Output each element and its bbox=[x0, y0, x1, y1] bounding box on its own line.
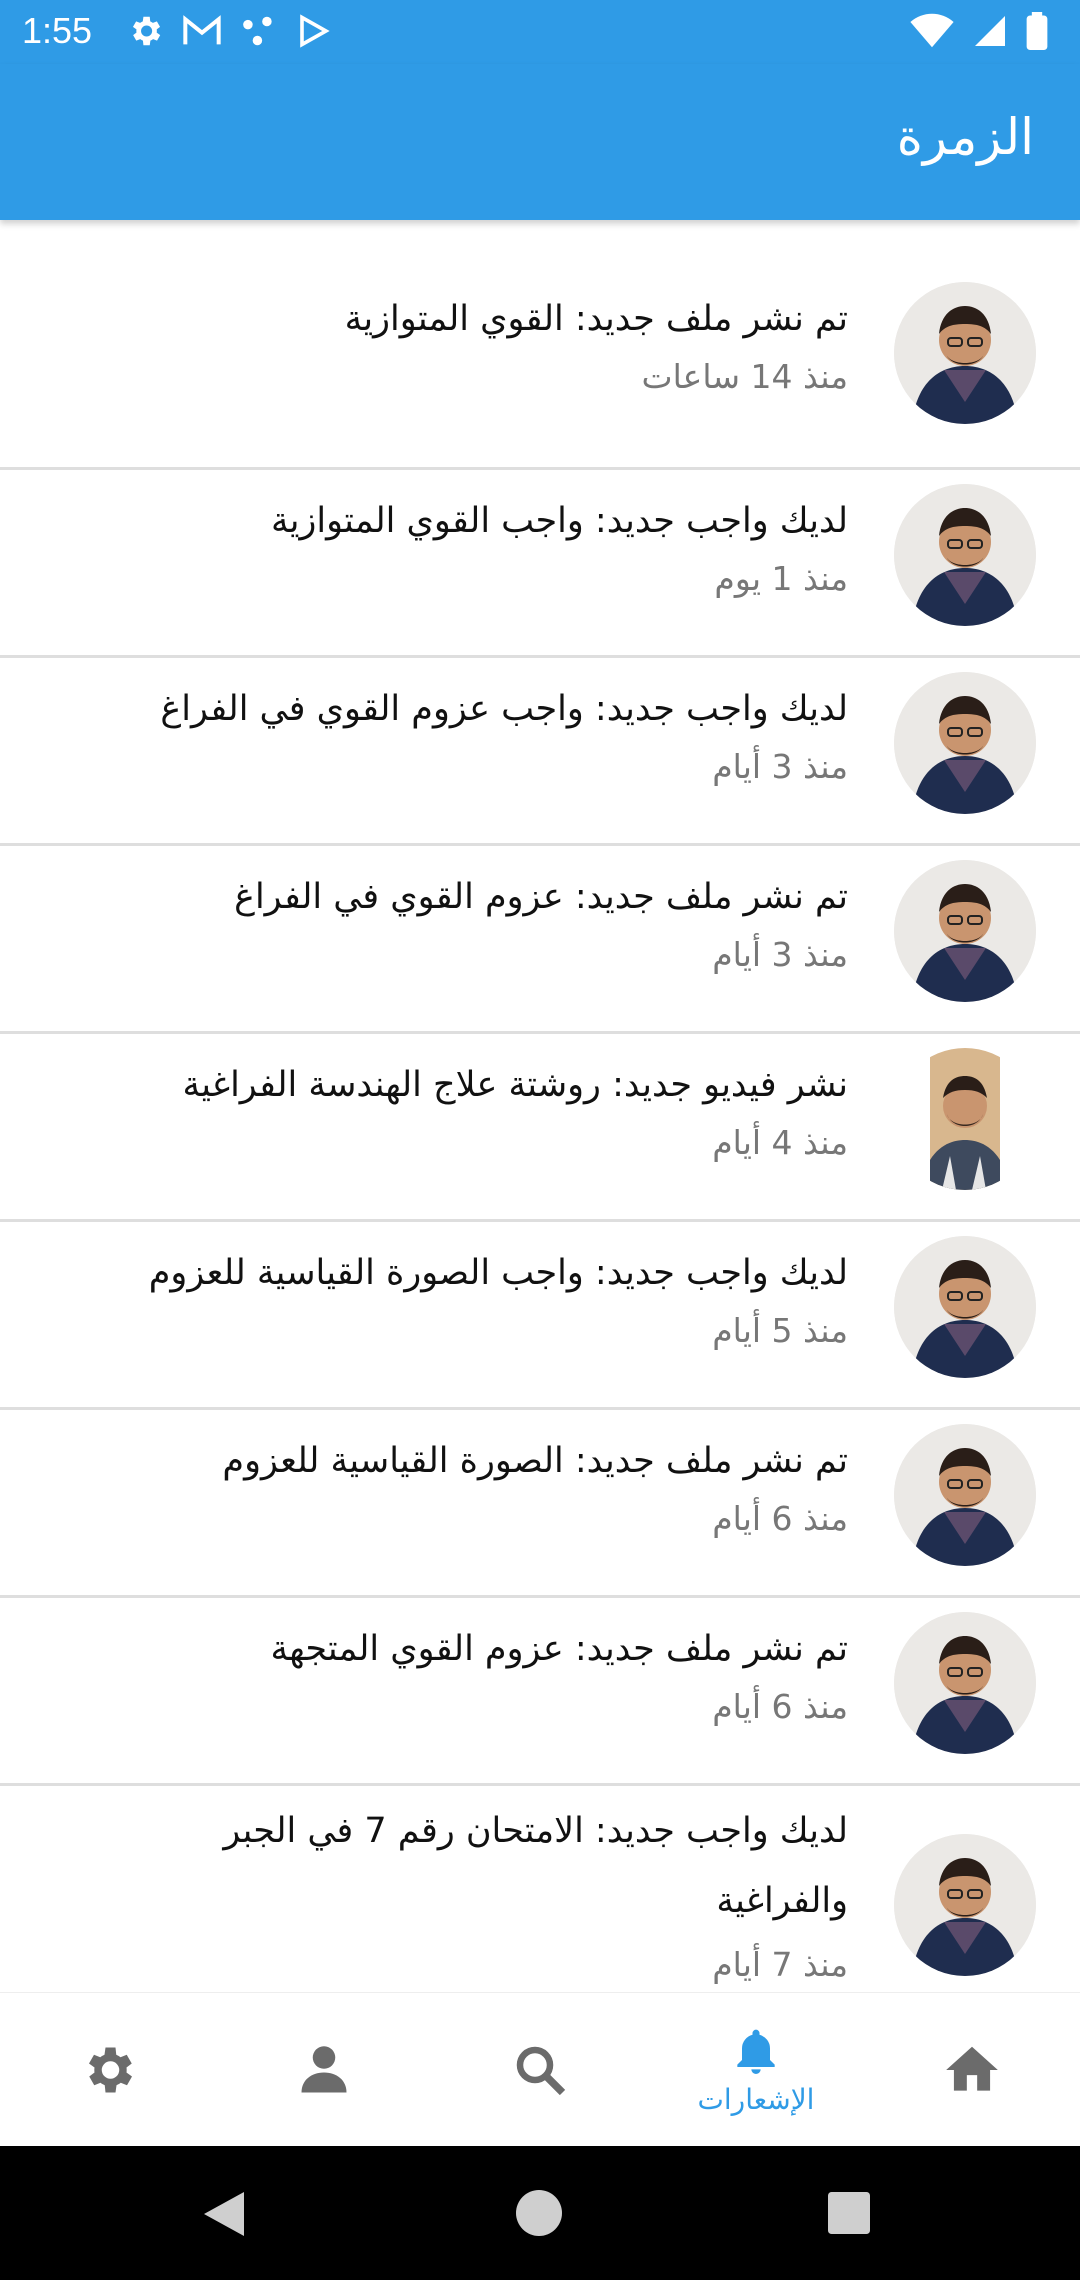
avatar bbox=[894, 860, 1036, 1002]
notification-title: لديك واجب جديد: واجب الصورة القياسية للع… bbox=[148, 1253, 848, 1293]
recents-icon[interactable] bbox=[828, 2192, 870, 2234]
notification-time: منذ 6 أيام bbox=[712, 1687, 848, 1726]
notification-text: تم نشر ملف جديد: القوي المتوازية منذ 14 … bbox=[48, 290, 848, 406]
notification-time: منذ 3 أيام bbox=[712, 935, 848, 974]
notification-time: منذ 4 أيام bbox=[712, 1123, 848, 1162]
notification-time: منذ 5 أيام bbox=[712, 1311, 848, 1350]
gmail-icon bbox=[183, 15, 221, 45]
nav-search[interactable] bbox=[432, 1993, 648, 2147]
notification-text: لديك واجب جديد: واجب القوي المتوازية منذ… bbox=[48, 492, 848, 608]
status-time: 1:55 bbox=[22, 10, 93, 51]
avatar bbox=[894, 282, 1036, 424]
notification-text: لديك واجب جديد: واجب الصورة القياسية للع… bbox=[48, 1244, 848, 1360]
notification-item[interactable]: لديك واجب جديد: واجب عزوم القوي في الفرا… bbox=[0, 658, 1080, 846]
notification-text: تم نشر ملف جديد: الصورة القياسية للعزوم … bbox=[48, 1432, 848, 1548]
search-icon bbox=[516, 2046, 566, 2096]
notification-item[interactable]: لديك واجب جديد: واجب الصورة القياسية للع… bbox=[0, 1222, 1080, 1410]
notification-text: تم نشر ملف جديد: عزوم القوي المتجهة منذ … bbox=[48, 1620, 848, 1736]
notification-time: منذ 6 أيام bbox=[712, 1499, 848, 1538]
notifications-list[interactable]: تم نشر ملف جديد: القوي المتوازية منذ 14 … bbox=[0, 282, 1080, 1992]
avatar bbox=[894, 1424, 1036, 1566]
avatar bbox=[894, 672, 1036, 814]
notification-time: منذ 14 ساعات bbox=[641, 357, 848, 396]
notification-title: تم نشر ملف جديد: عزوم القوي المتجهة bbox=[270, 1629, 848, 1669]
profile-icon bbox=[301, 2046, 347, 2093]
notification-title: تم نشر ملف جديد: الصورة القياسية للعزوم bbox=[222, 1441, 848, 1481]
notification-text: لديك واجب جديد: واجب عزوم القوي في الفرا… bbox=[48, 680, 848, 796]
notification-title: لديك واجب جديد: واجب القوي المتوازية bbox=[270, 501, 848, 541]
notification-item[interactable]: تم نشر ملف جديد: عزوم القوي في الفراغ من… bbox=[0, 846, 1080, 1034]
avatar bbox=[894, 1834, 1036, 1976]
notification-item[interactable]: لديك واجب جديد: واجب القوي المتوازية منذ… bbox=[0, 470, 1080, 658]
share-dots-icon bbox=[243, 16, 272, 46]
avatar bbox=[894, 484, 1036, 626]
status-system-icons bbox=[910, 12, 1048, 50]
nav-notifications[interactable]: الإشعارات bbox=[648, 1993, 864, 2147]
play-store-icon bbox=[300, 14, 330, 48]
back-icon[interactable] bbox=[200, 2188, 248, 2240]
nav-settings[interactable] bbox=[0, 1993, 216, 2147]
notification-text: نشر فيديو جديد: روشتة علاج الهندسة الفرا… bbox=[48, 1056, 848, 1172]
bottom-navigation: الإشعارات bbox=[0, 1992, 1080, 2147]
system-navigation-bar bbox=[0, 2146, 1080, 2280]
notification-item[interactable]: تم نشر ملف جديد: القوي المتوازية منذ 14 … bbox=[0, 282, 1080, 470]
battery-icon bbox=[1026, 12, 1048, 50]
notification-time: منذ 3 أيام bbox=[712, 747, 848, 786]
notification-title: لديك واجب جديد: واجب عزوم القوي في الفرا… bbox=[160, 689, 848, 729]
notification-text: لديك واجب جديد: الامتحان رقم 7 في الجبر … bbox=[208, 1796, 848, 1992]
bell-icon bbox=[737, 2029, 775, 2074]
notification-item[interactable]: نشر فيديو جديد: روشتة علاج الهندسة الفرا… bbox=[0, 1034, 1080, 1222]
signal-icon bbox=[975, 16, 1005, 46]
notification-time: منذ 7 أيام bbox=[712, 1945, 848, 1984]
notification-item[interactable]: تم نشر ملف جديد: الصورة القياسية للعزوم … bbox=[0, 1410, 1080, 1598]
avatar bbox=[894, 1612, 1036, 1754]
nav-profile[interactable] bbox=[216, 1993, 432, 2147]
settings-icon bbox=[89, 2047, 132, 2093]
app-bar: الزمرة bbox=[0, 64, 1080, 220]
notification-title: نشر فيديو جديد: روشتة علاج الهندسة الفرا… bbox=[182, 1065, 848, 1105]
notification-item[interactable]: لديك واجب جديد: الامتحان رقم 7 في الجبر … bbox=[0, 1786, 1080, 1992]
wifi-icon bbox=[910, 13, 954, 48]
notification-text: تم نشر ملف جديد: عزوم القوي في الفراغ من… bbox=[48, 868, 848, 984]
avatar bbox=[894, 1048, 1036, 1190]
home-icon bbox=[946, 2046, 998, 2091]
status-bar: 1:55 bbox=[0, 0, 1080, 64]
notification-time: منذ 1 يوم bbox=[714, 559, 848, 598]
nav-notifications-label: الإشعارات bbox=[697, 2082, 815, 2116]
status-notification-icons bbox=[126, 12, 332, 50]
home-circle-icon[interactable] bbox=[516, 2190, 562, 2236]
gear-icon bbox=[132, 16, 161, 46]
notification-item[interactable]: تم نشر ملف جديد: عزوم القوي المتجهة منذ … bbox=[0, 1598, 1080, 1786]
notification-title: لديك واجب جديد: الامتحان رقم 7 في الجبر … bbox=[223, 1811, 848, 1921]
notification-title: تم نشر ملف جديد: عزوم القوي في الفراغ bbox=[234, 877, 848, 917]
notification-title: تم نشر ملف جديد: القوي المتوازية bbox=[344, 299, 848, 339]
avatar bbox=[894, 1236, 1036, 1378]
page-title: الزمرة bbox=[896, 108, 1034, 166]
nav-home[interactable] bbox=[864, 1993, 1080, 2147]
